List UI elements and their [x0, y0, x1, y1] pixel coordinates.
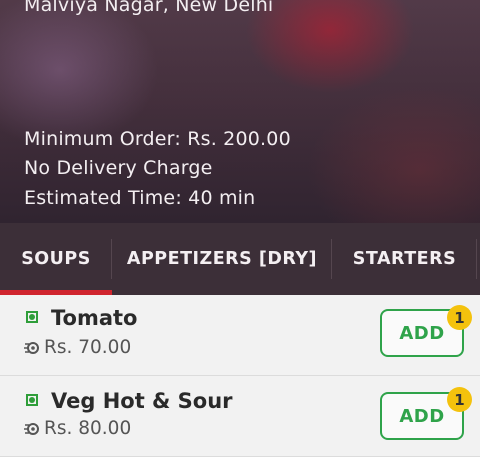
delivery-charge: No Delivery Charge — [24, 157, 213, 179]
restaurant-header: Malviya Nagar, New Delhi Minimum Order: … — [0, 0, 480, 223]
menu-item: Tomato Rs. 70.00 ADD 1 — [0, 295, 480, 376]
menu-list: Tomato Rs. 70.00 ADD 1 Veg Hot & Sour Rs… — [0, 295, 480, 457]
tab-label: STARTERS — [352, 249, 457, 269]
tab-starters[interactable]: STARTERS — [332, 223, 477, 295]
item-price-row: Rs. 70.00 — [24, 337, 131, 358]
item-name: Veg Hot & Sour — [51, 389, 233, 413]
price-tag-icon — [24, 341, 39, 354]
price-tag-icon — [24, 422, 39, 435]
item-price: Rs. 80.00 — [44, 418, 132, 439]
item-count-badge: 1 — [447, 305, 472, 330]
minimum-order: Minimum Order: Rs. 200.00 — [24, 128, 291, 150]
restaurant-location: Malviya Nagar, New Delhi — [24, 0, 274, 16]
category-tabs: SOUPS APPETIZERS [DRY] STARTERS — [0, 223, 480, 295]
tab-appetizers-dry[interactable]: APPETIZERS [DRY] — [112, 223, 332, 295]
item-name: Tomato — [51, 306, 138, 330]
tab-label: APPETIZERS [DRY] — [126, 249, 318, 269]
tab-label: SOUPS — [21, 249, 91, 269]
veg-indicator-icon — [26, 394, 38, 406]
item-price: Rs. 70.00 — [44, 337, 132, 358]
tab-divider — [476, 239, 477, 279]
estimated-time: Estimated Time: 40 min — [24, 187, 256, 209]
tab-soups[interactable]: SOUPS — [0, 223, 112, 295]
menu-item: Veg Hot & Sour Rs. 80.00 ADD 1 — [0, 376, 480, 457]
item-count-badge: 1 — [447, 387, 472, 412]
veg-indicator-icon — [26, 311, 38, 323]
item-price-row: Rs. 80.00 — [24, 418, 131, 439]
